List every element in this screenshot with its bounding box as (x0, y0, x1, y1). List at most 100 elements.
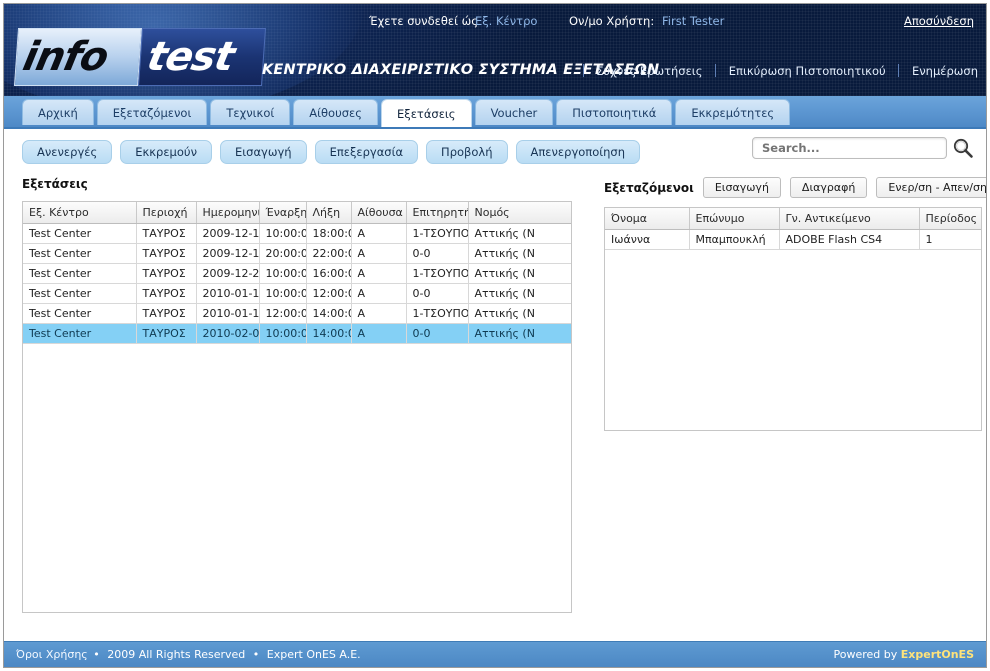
tab-pistopoiitika[interactable]: Πιστοποιητικά (556, 99, 673, 125)
col-end[interactable]: Λήξη (306, 202, 352, 224)
cell-exam-center: Test Center (23, 243, 137, 264)
candidates-add-button[interactable]: Εισαγωγή (702, 177, 781, 198)
table-row[interactable]: Test Center ΤΑΥΡΟΣ 2009-12-1 10:00:0 18:… (23, 223, 571, 244)
powered-by-label: Powered by (833, 648, 898, 661)
search-box[interactable] (752, 137, 947, 159)
col-first-name[interactable]: Όνομα (605, 208, 690, 230)
cell-exam-center: Test Center (23, 303, 137, 324)
tab-texnikoi[interactable]: Τεχνικοί (210, 99, 291, 125)
tab-list: Αρχική Εξεταζόμενοι Τεχνικοί Αίθουσες Εξ… (22, 99, 791, 127)
logout-link[interactable]: Αποσύνδεση (904, 14, 974, 28)
cell-first-name: Ιωάννα (605, 229, 690, 250)
col-date[interactable]: Ημερομηνί (196, 202, 260, 224)
link-divider (582, 64, 584, 77)
cell-start: 12:00:0 (259, 303, 307, 324)
cell-date: 2009-12-2 (196, 263, 260, 284)
cell-supervisor: 0-0 (406, 243, 469, 264)
col-start[interactable]: Έναρξη (259, 202, 307, 224)
link-news[interactable]: Ενημέρωση (912, 64, 978, 78)
page-footer: Όροι Χρήσης • 2009 All Rights Reserved •… (4, 641, 986, 667)
powered-by-brand: ExpertOnES (900, 648, 974, 661)
footer-copyright: 2009 All Rights Reserved (107, 648, 246, 661)
exams-table-header-row: Εξ. Κέντρο Περιοχή Ημερομηνί Έναρξη Λήξη… (23, 202, 571, 224)
col-exam-center[interactable]: Εξ. Κέντρο (23, 202, 137, 224)
link-certificate-validation[interactable]: Επικύρωση Πιστοποιητικού (729, 64, 886, 78)
footer-bullet: • (252, 648, 260, 661)
cell-subject: ADOBE Flash CS4 (779, 229, 920, 250)
button-epexergasia[interactable]: Επεξεργασία (314, 140, 419, 164)
col-subject[interactable]: Γν. Αντικείμενο (779, 208, 920, 230)
action-button-row: Ανενεργές Εκκρεμούν Εισαγωγή Επεξεργασία… (22, 140, 641, 164)
button-provoli[interactable]: Προβολή (426, 140, 508, 164)
candidates-delete-button[interactable]: Διαγραφή (789, 177, 868, 198)
table-row[interactable]: Test Center ΤΑΥΡΟΣ 2009-12-1 20:00:0 22:… (23, 243, 571, 264)
tab-arxiki[interactable]: Αρχική (22, 99, 94, 125)
logo-text-info: info (19, 34, 112, 80)
cell-start: 10:00:0 (259, 223, 307, 244)
button-eisagogi[interactable]: Εισαγωγή (220, 140, 307, 164)
cell-area: ΤΑΥΡΟΣ (136, 303, 197, 324)
tab-exetaseis[interactable]: Εξετάσεις (381, 99, 472, 127)
cell-end: 12:00:0 (306, 283, 352, 304)
main-content: Εξετάσεις Εξ. Κέντρο Περιοχή Ημερομηνί Έ… (4, 177, 986, 643)
cell-area: ΤΑΥΡΟΣ (136, 223, 197, 244)
col-supervisor[interactable]: Επιτηρητής (406, 202, 469, 224)
button-anenerges[interactable]: Ανενεργές (22, 140, 113, 164)
cell-end: 14:00:0 (306, 323, 352, 344)
col-last-name[interactable]: Επώνυμο (689, 208, 780, 230)
search-input[interactable] (760, 140, 939, 156)
infotest-logo[interactable]: info test (13, 28, 267, 86)
cell-date: 2010-01-1 (196, 303, 260, 324)
cell-exam-center: Test Center (23, 283, 137, 304)
search-area (752, 137, 974, 159)
link-divider (898, 64, 900, 77)
candidates-panel-title: Εξεταζόμενοι (604, 180, 694, 195)
table-row[interactable]: Test Center ΤΑΥΡΟΣ 2010-01-1 12:00:0 14:… (23, 303, 571, 324)
tab-exetazomenoi[interactable]: Εξεταζόμενοι (96, 99, 208, 125)
link-faq[interactable]: Συχνές Ερωτήσεις (596, 64, 702, 78)
cell-prefecture: Αττικής (Ν (468, 263, 571, 284)
button-apenergopoiisi[interactable]: Απενεργοποίηση (515, 140, 641, 164)
candidates-panel: Εξεταζόμενοι Εισαγωγή Διαγραφή Ενερ/ση -… (604, 177, 986, 431)
terms-link[interactable]: Όροι Χρήσης (16, 648, 88, 661)
tab-aithouses[interactable]: Αίθουσες (293, 99, 379, 125)
cell-end: 22:00:0 (306, 243, 352, 264)
candidates-table: Όνομα Επώνυμο Γν. Αντικείμενο Περίοδος Ι… (605, 208, 981, 250)
table-row[interactable]: Ιωάννα Μπαμπουκλή ADOBE Flash CS4 1 (605, 229, 981, 250)
table-row-selected[interactable]: Test Center ΤΑΥΡΟΣ 2010-02-0 10:00:0 14:… (23, 323, 571, 344)
col-area[interactable]: Περιοχή (136, 202, 197, 224)
button-ekkremoun[interactable]: Εκκρεμούν (120, 140, 212, 164)
table-row[interactable]: Test Center ΤΑΥΡΟΣ 2010-01-1 10:00:0 12:… (23, 283, 571, 304)
cell-room: Α (351, 303, 407, 324)
application-window: info test ΚΕΝΤΡΙΚΟ ΔΙΑΧΕΙΡΙΣΤΙΚΟ ΣΥΣΤΗΜΑ… (3, 3, 987, 668)
header-status-row: Έχετε συνδεθεί ώς Εξ. Κέντρο Ον/μο Χρήστ… (4, 14, 974, 32)
username-label: Ον/μο Χρήστη: (569, 14, 655, 28)
col-period[interactable]: Περίοδος (919, 208, 981, 230)
cell-date: 2009-12-1 (196, 223, 260, 244)
table-row[interactable]: Test Center ΤΑΥΡΟΣ 2009-12-2 10:00:0 16:… (23, 263, 571, 284)
col-prefecture[interactable]: Νομός (468, 202, 571, 224)
exams-panel: Εξετάσεις Εξ. Κέντρο Περιοχή Ημερομηνί Έ… (22, 177, 572, 613)
footer-company: Expert OnES A.E. (266, 648, 361, 661)
candidates-toggle-active-button[interactable]: Ενερ/ση - Απεν/ση (876, 177, 986, 198)
candidates-grid-container: Όνομα Επώνυμο Γν. Αντικείμενο Περίοδος Ι… (604, 207, 982, 431)
footer-bullet: • (93, 648, 100, 661)
tab-voucher[interactable]: Voucher (474, 99, 554, 125)
col-room[interactable]: Αίθουσα (351, 202, 407, 224)
cell-room: Α (351, 263, 407, 284)
cell-end: 16:00:0 (306, 263, 352, 284)
link-divider (715, 64, 717, 77)
cell-prefecture: Αττικής (Ν (468, 223, 571, 244)
cell-last-name: Μπαμπουκλή (689, 229, 780, 250)
connected-as-value: Εξ. Κέντρο (475, 14, 538, 28)
search-icon[interactable] (952, 137, 974, 159)
header-nav-links: Συχνές Ερωτήσεις Επικύρωση Πιστοποιητικο… (574, 64, 978, 78)
cell-supervisor: 0-0 (406, 323, 469, 344)
cell-area: ΤΑΥΡΟΣ (136, 243, 197, 264)
cell-end: 18:00:0 (306, 223, 352, 244)
cell-prefecture: Αττικής (Ν (468, 323, 571, 344)
username-value: First Tester (662, 14, 725, 28)
cell-room: Α (351, 323, 407, 344)
cell-date: 2010-01-1 (196, 283, 260, 304)
tab-ekkremotites[interactable]: Εκκρεμότητες (675, 99, 791, 125)
